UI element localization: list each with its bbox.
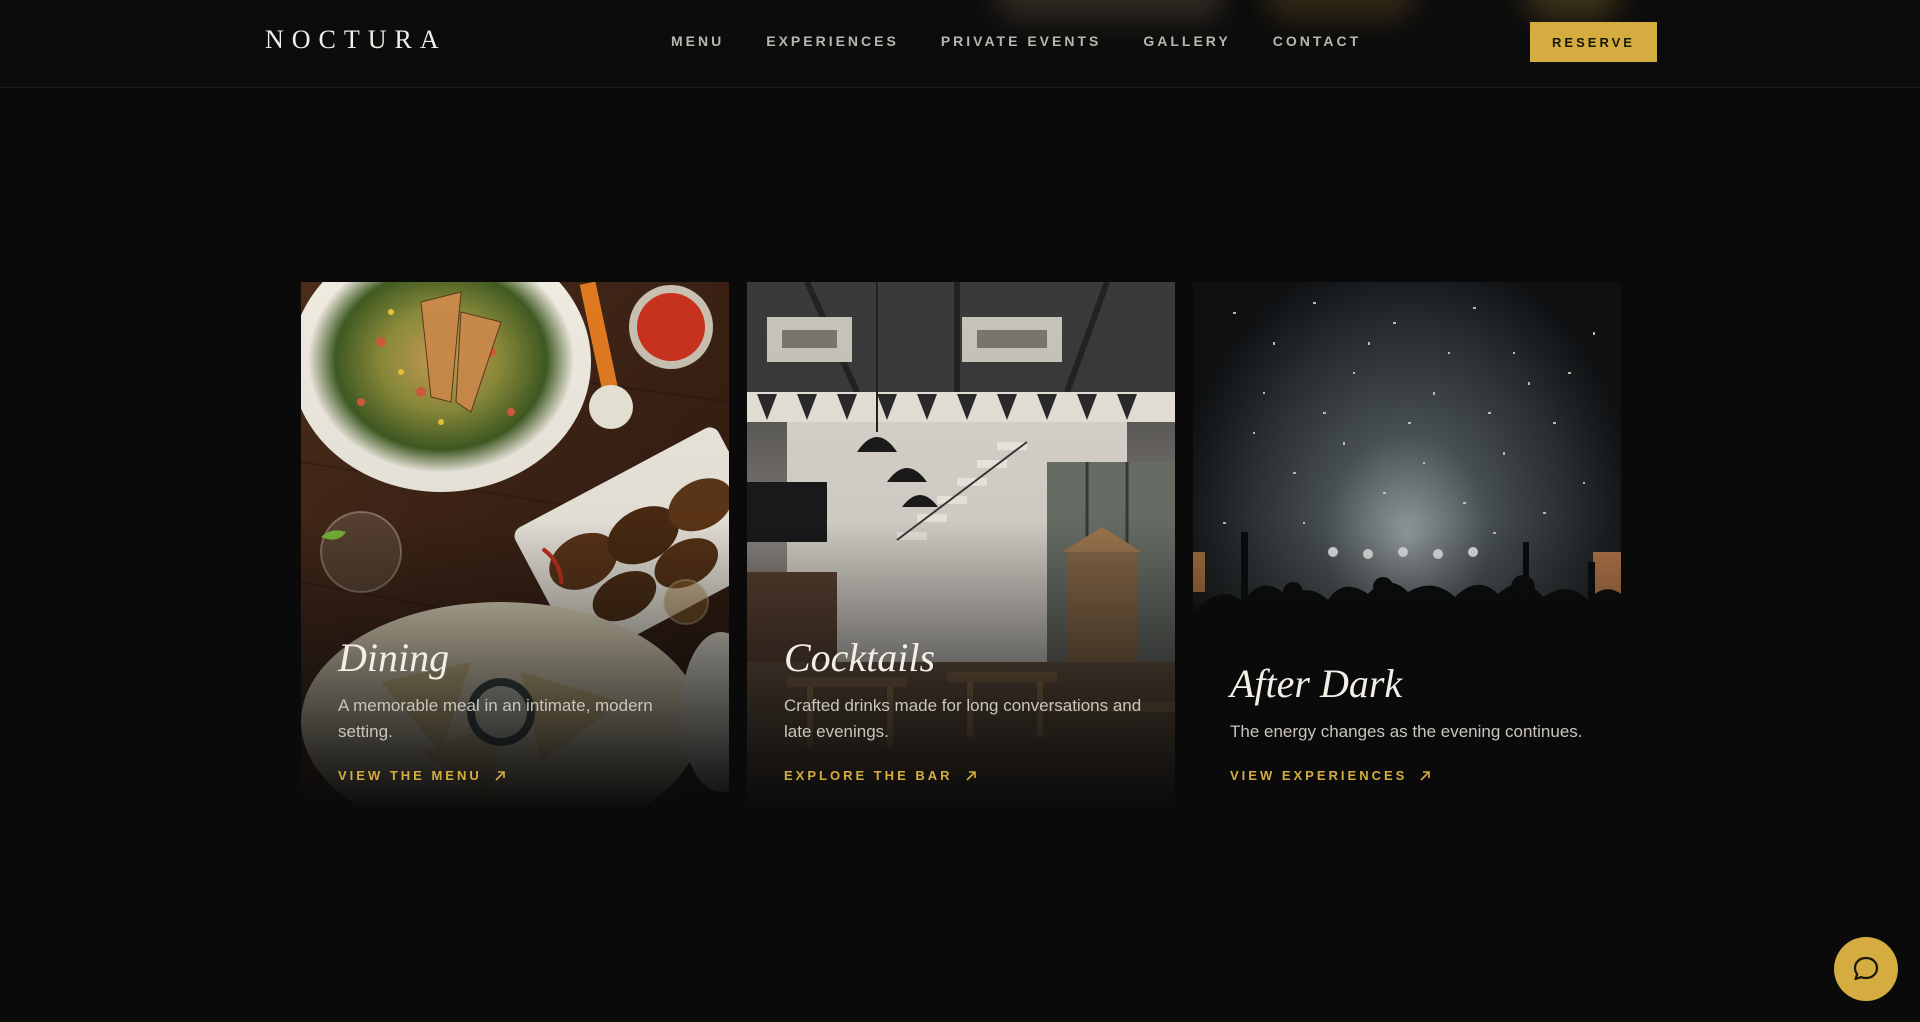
arrow-up-right-icon bbox=[495, 770, 505, 781]
card-content: Cocktails Crafted drinks made for long c… bbox=[784, 634, 1145, 785]
site-header: NOCTURA MENU EXPERIENCES PRIVATE EVENTS … bbox=[0, 0, 1920, 88]
nav-item-private-events[interactable]: PRIVATE EVENTS bbox=[941, 33, 1102, 49]
nav-item-gallery[interactable]: GALLERY bbox=[1143, 33, 1230, 49]
card-title: After Dark bbox=[1230, 661, 1403, 706]
card-content: Dining A memorable meal in an intimate, … bbox=[338, 634, 699, 785]
header-background-blur bbox=[1525, 0, 1620, 20]
arrow-up-right-icon bbox=[965, 770, 976, 781]
nav-item-menu[interactable]: MENU bbox=[671, 33, 724, 49]
reserve-button[interactable]: RESERVE bbox=[1530, 22, 1657, 62]
card-description: The energy changes as the evening contin… bbox=[1230, 722, 1583, 741]
card-link-label: EXPLORE THE BAR bbox=[784, 768, 953, 783]
header-background-blur bbox=[1265, 0, 1415, 20]
header-background-blur bbox=[995, 0, 1225, 20]
nav-item-experiences[interactable]: EXPERIENCES bbox=[766, 33, 899, 49]
chat-bubble-icon bbox=[1853, 956, 1879, 981]
card-after-dark[interactable]: After Dark The energy changes as the eve… bbox=[1193, 282, 1621, 812]
card-description: Crafted drinks made for long conversatio… bbox=[784, 696, 1142, 741]
card-description: A memorable meal in an intimate, modern … bbox=[338, 696, 653, 741]
card-link-label: VIEW EXPERIENCES bbox=[1230, 768, 1408, 783]
nav-item-contact[interactable]: CONTACT bbox=[1273, 33, 1361, 49]
view-menu-link[interactable]: VIEW THE MENU bbox=[338, 768, 506, 783]
brand-logo[interactable]: NOCTURA bbox=[265, 25, 447, 55]
card-content: After Dark The energy changes as the eve… bbox=[1230, 660, 1591, 785]
main-nav: MENU EXPERIENCES PRIVATE EVENTS GALLERY … bbox=[671, 33, 1361, 49]
chat-button[interactable] bbox=[1834, 937, 1898, 1001]
card-title: Cocktails bbox=[784, 635, 936, 680]
card-link-label: VIEW THE MENU bbox=[338, 768, 482, 783]
card-dining[interactable]: Dining A memorable meal in an intimate, … bbox=[301, 282, 729, 812]
explore-bar-link[interactable]: EXPLORE THE BAR bbox=[784, 768, 977, 783]
view-experiences-link[interactable]: VIEW EXPERIENCES bbox=[1230, 768, 1431, 783]
arrow-up-right-icon bbox=[1420, 770, 1431, 781]
card-cocktails[interactable]: Cocktails Crafted drinks made for long c… bbox=[747, 282, 1175, 812]
card-title: Dining bbox=[338, 635, 450, 680]
